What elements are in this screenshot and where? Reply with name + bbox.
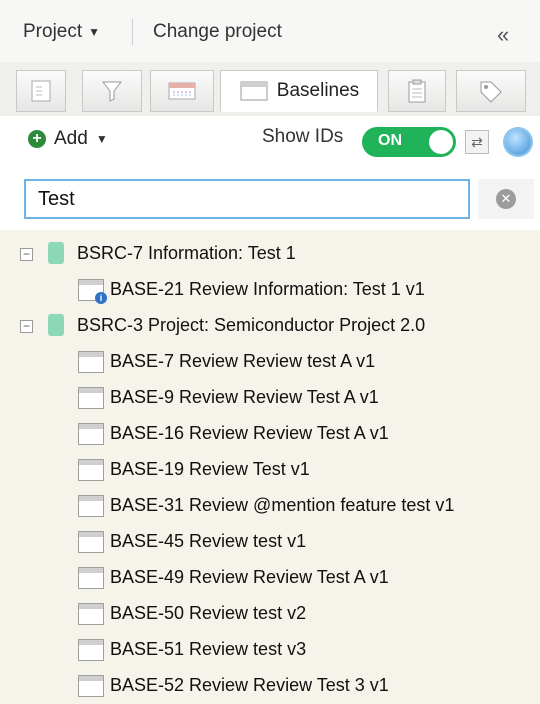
search-input[interactable] [24,179,470,219]
tree-source-row[interactable]: − BSRC-7 Information: Test 1 [0,236,540,272]
tab-label: Baselines [276,80,360,101]
tree-baseline-row[interactable]: BASE-31 Review @mention feature test v1 [0,488,540,524]
divider [132,19,133,45]
refresh-button[interactable]: ⇄ [465,130,489,154]
tab-baselines[interactable]: Baselines [220,70,378,112]
globe-icon[interactable] [505,129,531,155]
tree-baseline-row[interactable]: BASE-19 Review Test v1 [0,452,540,488]
show-ids-toggle[interactable]: ON [362,127,456,157]
toggle-knob [429,130,453,154]
tree-source-label: BSRC-7 Information: Test 1 [77,243,296,263]
tab-tree[interactable] [16,70,66,112]
search-row: ✕ [0,166,540,230]
baseline-icon [78,567,104,589]
panel-tabs: Baselines [0,62,540,116]
baseline-icon [78,495,104,517]
project-header: Project ▼ Change project « [0,0,540,63]
tab-tags[interactable] [456,70,526,112]
refresh-icon: ⇄ [471,134,483,150]
close-icon: ✕ [496,189,516,209]
clear-search-button[interactable]: ✕ [478,179,534,219]
tree-view-icon [31,80,51,102]
tree-baseline-label: BASE-19 Review Test v1 [110,459,310,479]
baseline-icon [78,639,104,661]
tree-baseline-label: BASE-31 Review @mention feature test v1 [110,495,455,515]
info-badge-icon: i [95,292,107,304]
tree-baseline-row[interactable]: i BASE-21 Review Information: Test 1 v1 [0,272,540,308]
baseline-icon [78,459,104,481]
tree-baseline-label: BASE-49 Review Review Test A v1 [110,567,389,587]
tree-source-row[interactable]: − BSRC-3 Project: Semiconductor Project … [0,308,540,344]
baseline-icon [240,81,268,101]
tree-baseline-row[interactable]: BASE-7 Review Review test A v1 [0,344,540,380]
baselines-toolbar: + Add ▼ Show IDs ON ⇄ [0,116,540,166]
baseline-icon [78,531,104,553]
tree-baseline-row[interactable]: BASE-45 Review test v1 [0,524,540,560]
caret-down-icon: ▼ [95,132,108,146]
tree-baseline-label: BASE-7 Review Review test A v1 [110,351,376,371]
add-label: Add [54,128,88,149]
collapse-panel-icon[interactable]: « [497,22,509,48]
baseline-icon [78,423,104,445]
baseline-icon [78,675,104,697]
toggle-state-label: ON [378,132,402,149]
baseline-icon [78,603,104,625]
tree-baseline-label: BASE-50 Review test v2 [110,603,307,623]
baseline-icon [78,351,104,373]
tree-baseline-row[interactable]: BASE-9 Review Review Test A v1 [0,380,540,416]
tree-baseline-label: BASE-51 Review test v3 [110,639,307,659]
tree-baseline-label: BASE-16 Review Review Test A v1 [110,423,389,443]
collapse-toggle-icon[interactable]: − [20,320,33,333]
tree-baseline-row[interactable]: BASE-51 Review test v3 [0,632,540,668]
baseline-source-icon [48,314,64,336]
tree-baseline-label: BASE-52 Review Review Test 3 v1 [110,675,389,695]
tab-clipboard[interactable] [388,70,446,112]
collapse-toggle-icon[interactable]: − [20,248,33,261]
project-menu[interactable]: Project ▼ [23,21,100,43]
tab-filter[interactable] [82,70,142,112]
add-button[interactable]: + Add ▼ [28,128,108,150]
baseline-icon: i [78,279,107,304]
filter-icon [101,81,123,102]
tag-icon [480,81,502,103]
tree-baseline-label: BASE-9 Review Review Test A v1 [110,387,379,407]
tab-timeline[interactable] [150,70,214,112]
clipboard-icon [408,79,426,103]
caret-down-icon: ▼ [88,25,101,39]
baseline-icon [78,387,104,409]
tree-baseline-row[interactable]: BASE-16 Review Review Test A v1 [0,416,540,452]
tree-baseline-label: BASE-45 Review test v1 [110,531,307,551]
plus-icon: + [28,130,46,148]
tree-source-label: BSRC-3 Project: Semiconductor Project 2.… [77,315,426,335]
tree-baseline-row[interactable]: BASE-52 Review Review Test 3 v1 [0,668,540,704]
tree-baseline-label: BASE-21 Review Information: Test 1 v1 [110,279,425,299]
change-project-link[interactable]: Change project [153,21,282,43]
timeline-icon [168,82,196,100]
tree-baseline-row[interactable]: BASE-50 Review test v2 [0,596,540,632]
tree-baseline-row[interactable]: BASE-49 Review Review Test A v1 [0,560,540,596]
show-ids-label: Show IDs [262,126,344,147]
project-menu-label: Project [23,21,83,42]
baseline-source-icon [48,242,64,264]
